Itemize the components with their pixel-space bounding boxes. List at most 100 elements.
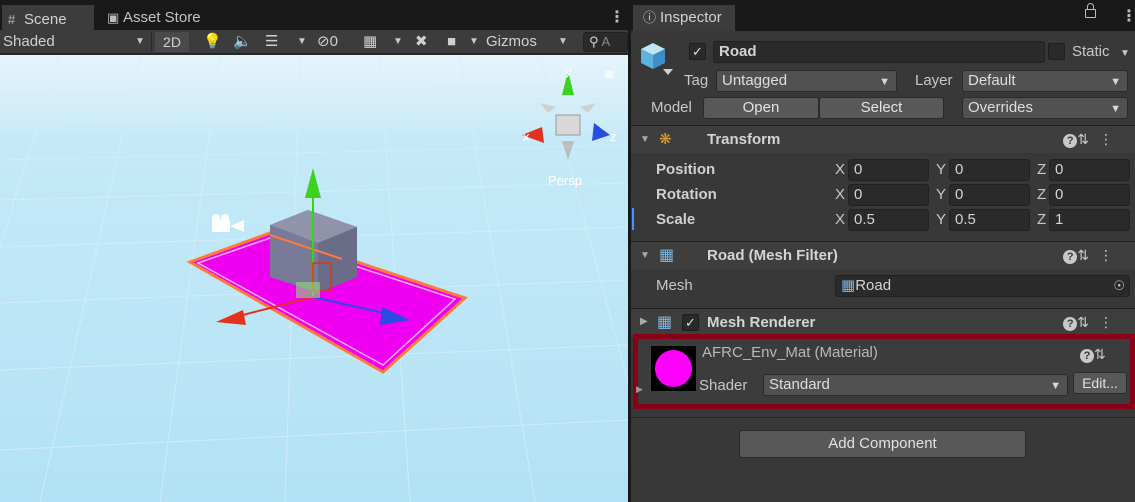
tab-inspector[interactable]: ⓘ Inspector — [633, 5, 735, 31]
mesh-label: Mesh — [656, 277, 693, 294]
scene-panel: # Scene ▣ Asset Store ⋮ Shaded ▼ 2D 💡 🔈 ☰ … — [0, 0, 628, 502]
hidden-objects-toggle[interactable]: ⊘0 — [317, 30, 353, 54]
scene-viewport[interactable]: y x z Persp — [0, 55, 628, 502]
tab-asset-store[interactable]: ▣ Asset Store — [101, 5, 221, 30]
inspector-menu-kebab-icon[interactable]: ⋮ — [1121, 6, 1135, 26]
tools-icon[interactable]: ✖ — [415, 30, 437, 54]
x-axis-handle[interactable] — [216, 310, 246, 325]
scale-x-label[interactable]: X — [835, 211, 845, 228]
rotation-y-field[interactable]: 0 — [949, 184, 1030, 206]
x-axis-label: x — [523, 129, 530, 144]
lighting-toggle-icon[interactable]: 💡 — [203, 30, 222, 54]
scene-search-input[interactable]: ⚲ A — [583, 32, 628, 52]
mesh-grid-icon: ▦ — [841, 277, 856, 294]
preset-sliders-icon[interactable]: ⇅ — [1094, 346, 1114, 362]
foldout-arrow-icon[interactable]: ▶ — [640, 316, 648, 327]
help-icon[interactable]: ? — [1063, 317, 1078, 331]
mesh-filter-header[interactable]: ▼ ▦ Road (Mesh Filter) ? ⇅⋮ — [631, 241, 1135, 269]
position-label: Position — [656, 161, 716, 178]
scene-camera-icon[interactable] — [212, 214, 244, 232]
help-icon[interactable]: ? — [1063, 250, 1078, 264]
add-component-button[interactable]: Add Component — [739, 430, 1026, 458]
mesh-renderer-enabled-checkbox[interactable]: ✓ — [682, 314, 699, 331]
draw-mode-dropdown[interactable]: Shaded ▼ — [3, 30, 148, 54]
component-menu-kebab-icon[interactable]: ⋮ — [1099, 247, 1123, 263]
toggle-2d-button[interactable]: 2D — [155, 32, 189, 52]
y-axis-label: y — [565, 63, 572, 78]
grid-dropdown-chevron-icon[interactable]: ▼ — [393, 30, 403, 54]
position-y-field[interactable]: 0 — [949, 159, 1030, 181]
lock-icon[interactable] — [605, 71, 613, 78]
shader-edit-button[interactable]: Edit... — [1073, 372, 1127, 394]
transform-header[interactable]: ▼ ❋ Transform ? ⇅⋮ — [631, 125, 1135, 153]
tag-dropdown[interactable]: Untagged ▼ — [716, 70, 897, 92]
scale-y-field[interactable]: 0.5 — [949, 209, 1030, 231]
foldout-arrow-icon[interactable]: ▼ — [640, 250, 650, 261]
gameobject-name-field[interactable]: Road — [713, 41, 1045, 63]
chevron-down-icon: ▼ — [558, 36, 568, 47]
mesh-object-field[interactable]: ▦Road ☉ — [835, 275, 1130, 297]
rotation-x-field[interactable]: 0 — [848, 184, 929, 206]
component-menu-kebab-icon[interactable]: ⋮ — [1099, 314, 1123, 330]
inspector-panel: ⓘ Inspector ⋮ ✓ Road Static ▼ Tag Untagge… — [631, 0, 1135, 502]
foldout-arrow-icon[interactable]: ▼ — [640, 134, 650, 145]
preset-sliders-icon[interactable]: ⇅ — [1077, 247, 1099, 263]
gizmos-dropdown[interactable]: Gizmos ▼ — [486, 30, 572, 54]
material-preview-sphere[interactable] — [651, 346, 696, 391]
tab-scene[interactable]: # Scene — [2, 5, 94, 30]
grid-icon: # — [8, 12, 16, 27]
overrides-dropdown[interactable]: Overrides ▼ — [962, 97, 1128, 119]
rotation-z-field[interactable]: 0 — [1049, 184, 1130, 206]
rotation-z-label[interactable]: Z — [1037, 186, 1046, 203]
static-checkbox[interactable] — [1048, 43, 1065, 60]
component-menu-kebab-icon[interactable]: ⋮ — [1099, 131, 1123, 147]
mesh-filter-title: Road (Mesh Filter) — [707, 247, 838, 264]
scale-z-label[interactable]: Z — [1037, 211, 1046, 228]
effects-toggle-icon[interactable]: ☰ — [265, 30, 287, 54]
audio-toggle-icon[interactable]: 🔈 — [233, 30, 255, 54]
camera-dropdown-chevron-icon[interactable]: ▼ — [469, 30, 479, 54]
eye-slash-icon: ⊘ — [317, 33, 330, 50]
rotation-x-label[interactable]: X — [835, 186, 845, 203]
position-z-field[interactable]: 0 — [1049, 159, 1130, 181]
transform-title: Transform — [707, 131, 781, 148]
info-icon: ⓘ — [643, 10, 657, 25]
shader-label: Shader — [699, 377, 748, 394]
model-select-button[interactable]: Select — [819, 97, 944, 119]
position-x-field[interactable]: 0 — [848, 159, 929, 181]
scale-x-field[interactable]: 0.5 — [848, 209, 929, 231]
chevron-down-icon: ▼ — [135, 36, 145, 47]
scene-menu-kebab-icon[interactable]: ⋮ — [609, 7, 625, 27]
z-cone[interactable] — [592, 123, 610, 141]
scale-y-label[interactable]: Y — [936, 211, 946, 228]
preset-sliders-icon[interactable]: ⇅ — [1077, 131, 1099, 147]
lock-icon[interactable] — [1085, 3, 1096, 18]
position-z-label[interactable]: Z — [1037, 161, 1046, 178]
model-open-button[interactable]: Open — [703, 97, 819, 119]
y-axis-handle[interactable] — [305, 168, 321, 198]
transform-axes-icon: ❋ — [659, 131, 672, 148]
effects-dropdown-chevron-icon[interactable]: ▼ — [297, 30, 307, 54]
z-axis-label: z — [610, 129, 617, 144]
grid-snap-icon[interactable]: ▦ — [363, 30, 385, 54]
static-dropdown-chevron-icon[interactable]: ▼ — [1120, 48, 1130, 59]
orientation-gizmo[interactable]: y x z Persp — [522, 63, 617, 188]
prefab-cube-icon — [641, 43, 673, 75]
preset-sliders-icon[interactable]: ⇅ — [1077, 314, 1099, 330]
foldout-arrow-icon[interactable]: ▶ — [636, 384, 643, 395]
rotation-label: Rotation — [656, 186, 717, 203]
position-y-label[interactable]: Y — [936, 161, 946, 178]
object-picker-icon[interactable]: ☉ — [1113, 276, 1125, 296]
rotation-y-label[interactable]: Y — [936, 186, 946, 203]
camera-icon[interactable]: ■ — [447, 30, 469, 54]
shader-dropdown[interactable]: Standard ▼ — [763, 374, 1068, 396]
projection-label[interactable]: Persp — [548, 173, 582, 188]
layer-dropdown[interactable]: Default ▼ — [962, 70, 1128, 92]
gameobject-active-checkbox[interactable]: ✓ — [689, 43, 706, 60]
scene-graphics: y x z Persp — [0, 55, 628, 502]
help-icon[interactable]: ? — [1063, 134, 1078, 148]
mesh-renderer-header[interactable]: ▶ ▦ ✓ Mesh Renderer ? ⇅⋮ — [631, 308, 1135, 336]
scale-z-field[interactable]: 1 — [1049, 209, 1130, 231]
help-icon[interactable]: ? — [1080, 349, 1094, 363]
position-x-label[interactable]: X — [835, 161, 845, 178]
